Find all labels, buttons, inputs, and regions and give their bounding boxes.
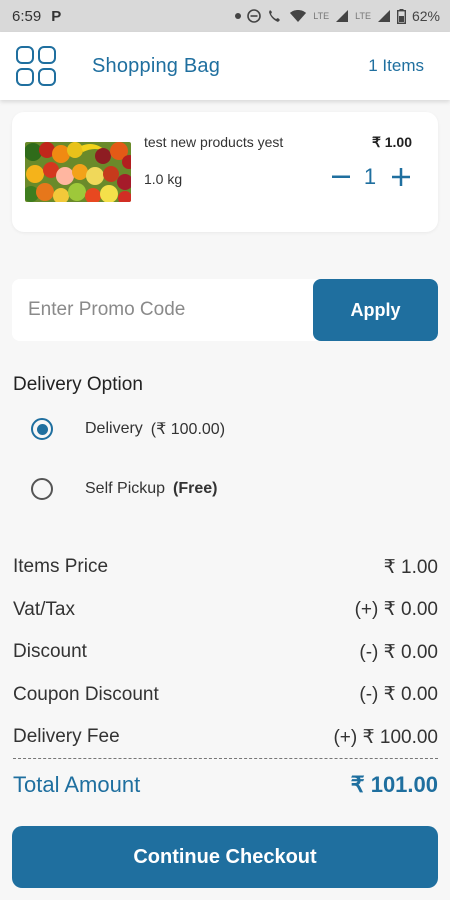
plus-icon	[392, 168, 410, 186]
do-not-disturb-icon	[247, 9, 262, 23]
summary-label: Vat/Tax	[13, 598, 75, 620]
product-image	[25, 142, 131, 202]
battery-icon	[396, 8, 406, 24]
summary-row-delivery-fee: Delivery Fee (+) ₹ 100.00	[13, 716, 438, 759]
option-label-self-pickup: Self Pickup	[85, 480, 166, 497]
summary-value: (-) ₹ 0.00	[359, 684, 438, 706]
promo-code-box: Apply	[12, 279, 438, 341]
continue-checkout-button[interactable]: Continue Checkout	[12, 826, 438, 888]
summary-value: (+) ₹ 100.00	[333, 726, 438, 748]
quantity-value: 1	[363, 164, 377, 189]
dot-icon	[235, 13, 242, 19]
option-fee-self-pickup: (Free)	[173, 480, 218, 497]
product-price: ₹ 1.00	[371, 134, 412, 150]
page-title: Shopping Bag	[92, 54, 221, 77]
price-summary: Items Price ₹ 1.00 Vat/Tax (+) ₹ 0.00 Di…	[13, 546, 438, 759]
apply-promo-button[interactable]: Apply	[313, 279, 438, 341]
radio-unselected[interactable]	[31, 478, 53, 500]
radio-selected[interactable]	[31, 418, 53, 440]
summary-label: Delivery Fee	[13, 726, 120, 748]
status-bar: 6:59 P LTE LTE 62%	[0, 0, 450, 32]
decrease-quantity-button[interactable]	[330, 164, 352, 190]
battery-percent: 62%	[411, 8, 440, 24]
total-amount-value: ₹ 101.00	[350, 772, 438, 797]
summary-value: ₹ 1.00	[383, 556, 438, 578]
increase-quantity-button[interactable]	[390, 164, 412, 190]
app-header: Shopping Bag 1 Items	[0, 32, 450, 100]
total-amount-row: Total Amount ₹ 101.00	[13, 772, 438, 798]
summary-value: (+) ₹ 0.00	[354, 599, 438, 621]
network-type-1: LTE	[313, 11, 330, 21]
delivery-option-self-pickup[interactable]: Self Pickup (Free)	[31, 478, 218, 500]
summary-row-items-price: Items Price ₹ 1.00	[13, 546, 438, 589]
total-amount-label: Total Amount	[13, 772, 141, 797]
option-label-delivery: Delivery	[85, 420, 143, 437]
cart-item-count: 1 Items	[368, 56, 424, 75]
summary-row-vat-tax: Vat/Tax (+) ₹ 0.00	[13, 589, 438, 632]
signal-icon-2	[377, 10, 390, 22]
summary-value: (-) ₹ 0.00	[359, 641, 438, 663]
cart-item-card: test new products yest 1.0 kg ₹ 1.00 1	[12, 112, 438, 232]
summary-label: Discount	[13, 641, 87, 663]
product-weight: 1.0 kg	[144, 171, 183, 187]
status-icons: LTE LTE 62%	[235, 8, 440, 24]
signal-icon-1	[336, 10, 349, 22]
app-notification-icon: P	[51, 7, 62, 25]
grid-menu-icon[interactable]	[16, 46, 56, 86]
status-time: 6:59	[12, 7, 42, 25]
summary-row-discount: Discount (-) ₹ 0.00	[13, 631, 438, 674]
delivery-option-delivery[interactable]: Delivery (₹ 100.00)	[31, 418, 225, 440]
summary-label: Coupon Discount	[13, 683, 159, 705]
wifi-icon	[290, 10, 307, 22]
minus-icon	[332, 175, 350, 178]
option-fee-delivery: (₹ 100.00)	[150, 421, 226, 438]
promo-code-input[interactable]	[12, 279, 313, 341]
summary-divider	[13, 758, 438, 759]
summary-label: Items Price	[13, 556, 109, 578]
product-name: test new products yest	[144, 134, 284, 150]
delivery-option-heading: Delivery Option	[13, 374, 143, 395]
wifi-call-icon	[269, 10, 281, 22]
network-type-2: LTE	[355, 11, 371, 21]
summary-row-coupon-discount: Coupon Discount (-) ₹ 0.00	[13, 674, 438, 717]
